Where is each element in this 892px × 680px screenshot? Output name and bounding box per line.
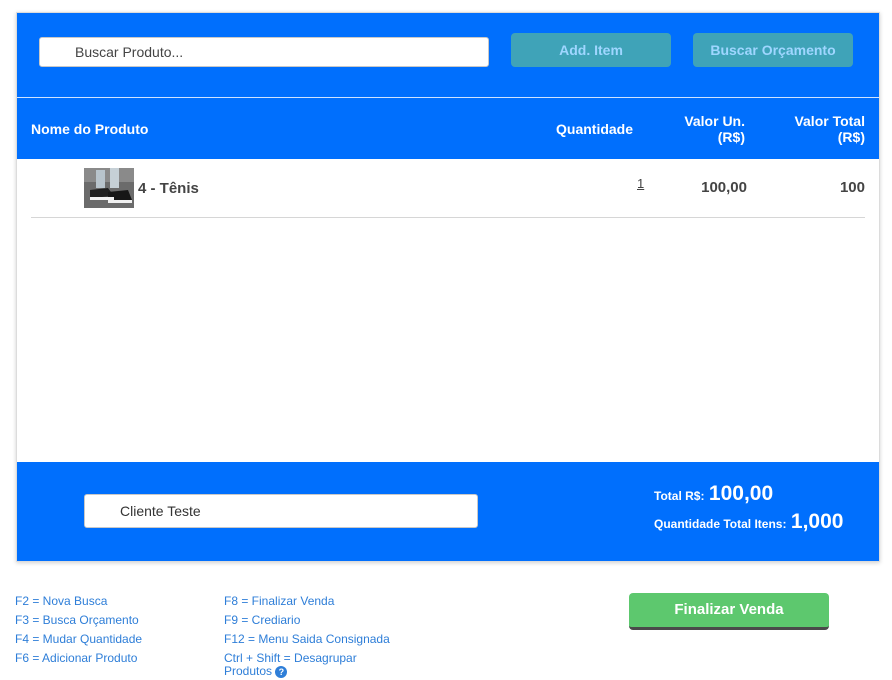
sale-panel: Buscar Produto... Add. Item Buscar Orçam…	[16, 12, 880, 562]
product-search-input[interactable]: Buscar Produto...	[39, 37, 489, 67]
finish-sale-button[interactable]: Finalizar Venda	[629, 593, 829, 630]
product-name: 4 - Tênis	[138, 180, 199, 197]
unit-value: 100,00	[701, 179, 747, 196]
column-header-total-value-line2: (R$)	[837, 129, 865, 145]
column-header-total-value: Valor Total (R$)	[775, 113, 865, 145]
column-header-name: Nome do Produto	[31, 121, 149, 137]
shortcut-item: F12 = Menu Saida Consignada	[224, 632, 390, 646]
table-row: 4 - Tênis 1 100,00 100	[31, 159, 865, 218]
sale-footer: Cliente Teste Total R$: 100,00 Quantidad…	[17, 462, 879, 561]
total-value: 100	[839, 179, 865, 196]
total-amount-label: Total R$:	[654, 489, 705, 503]
client-input[interactable]: Cliente Teste	[84, 494, 478, 528]
total-quantity-line: Quantidade Total Itens: 1,000	[654, 510, 843, 534]
shortcut-item: F6 = Adicionar Produto	[15, 651, 138, 665]
total-amount-line: Total R$: 100,00	[654, 482, 843, 506]
column-header-unit-value-line1: Valor Un.	[684, 113, 745, 129]
shortcut-list-right: F8 = Finalizar Venda F9 = Crediario F12 …	[224, 592, 414, 678]
totals-summary: Total R$: 100,00 Quantidade Total Itens:…	[654, 482, 843, 534]
column-header-quantity: Quantidade	[556, 121, 634, 137]
total-quantity-value: 1,000	[790, 510, 844, 533]
shortcut-ungroup-line2: Produtos ?	[224, 665, 414, 678]
search-budget-button[interactable]: Buscar Orçamento	[693, 33, 853, 67]
table-header: Nome do Produto Quantidade Valor Un. (R$…	[17, 98, 879, 159]
shortcut-item-ungroup: Ctrl + Shift = Desagrupar Produtos ?	[224, 652, 414, 678]
shortcut-item: F3 = Busca Orçamento	[15, 613, 139, 627]
total-quantity-label: Quantidade Total Itens:	[654, 517, 787, 531]
shortcut-item: F9 = Crediario	[224, 613, 301, 627]
shortcut-list-left: F2 = Nova Busca F3 = Busca Orçamento F4 …	[15, 592, 142, 668]
shortcut-item: F4 = Mudar Quantidade	[15, 632, 143, 646]
shortcut-ungroup-text: Produtos	[224, 664, 273, 678]
shortcut-item: F8 = Finalizar Venda	[224, 594, 335, 608]
shortcut-item: F2 = Nova Busca	[15, 594, 108, 608]
total-amount-value: 100,00	[708, 482, 774, 505]
column-header-unit-value-line2: (R$)	[717, 129, 745, 145]
product-thumbnail	[84, 168, 134, 208]
help-icon[interactable]: ?	[275, 665, 288, 678]
top-toolbar: Buscar Produto... Add. Item Buscar Orçam…	[17, 13, 879, 97]
column-header-unit-value: Valor Un. (R$)	[657, 113, 745, 145]
add-item-button[interactable]: Add. Item	[511, 33, 671, 67]
quantity-link[interactable]: 1	[637, 176, 644, 191]
column-header-total-value-line1: Valor Total	[794, 113, 865, 129]
